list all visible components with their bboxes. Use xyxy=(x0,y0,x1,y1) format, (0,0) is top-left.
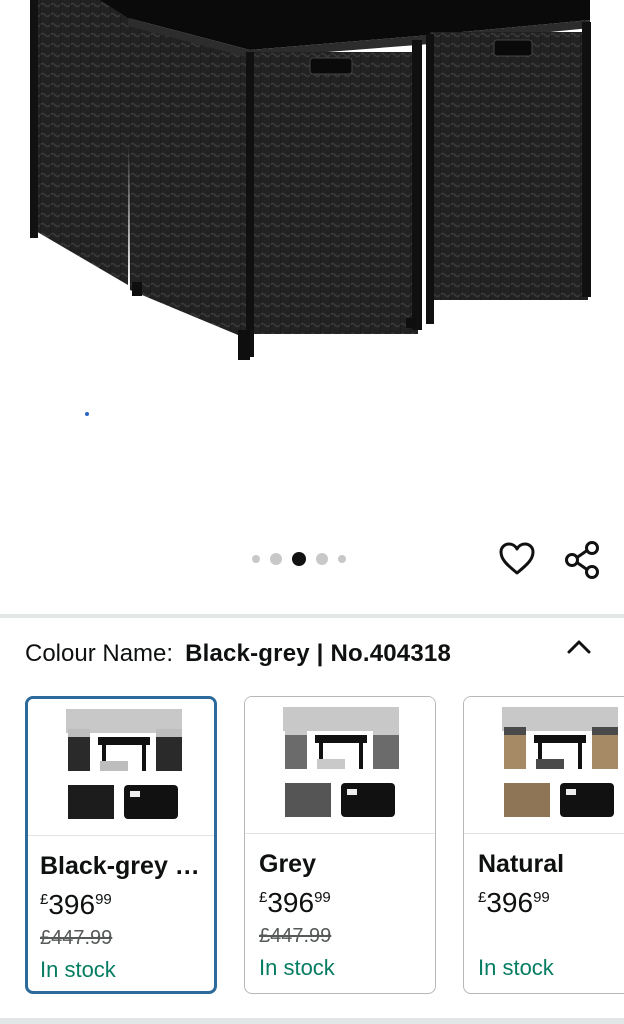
colour-name-row: Colour Name: Black-grey | No.404318 xyxy=(25,640,451,668)
swatch-was-price: £447.99 xyxy=(40,927,113,949)
carousel-dot[interactable] xyxy=(316,553,328,565)
colour-swatch-list: Black-grey … £39699 £447.99 In stock Gre… xyxy=(0,694,624,1000)
section-divider xyxy=(0,614,624,618)
share-icon xyxy=(565,541,599,579)
carousel-dot[interactable] xyxy=(270,553,282,565)
swatch-thumbnail xyxy=(245,697,435,834)
swatch-card-natural[interactable]: Natural £39699 In stock xyxy=(463,696,624,994)
swatch-thumbnail xyxy=(28,699,214,836)
swatch-stock-status: In stock xyxy=(40,957,116,982)
chevron-up-icon xyxy=(567,640,591,654)
swatch-card-grey[interactable]: Grey £39699 £447.99 In stock xyxy=(244,696,436,994)
swatch-name: Natural xyxy=(478,850,565,878)
swatch-price: £39699 xyxy=(478,887,550,918)
swatch-thumbnail xyxy=(464,697,624,834)
collapse-button[interactable] xyxy=(565,637,593,657)
swatch-card-black-grey[interactable]: Black-grey … £39699 £447.99 In stock xyxy=(25,696,217,994)
swatch-price: £39699 xyxy=(40,889,112,920)
heart-icon xyxy=(499,542,535,575)
share-button[interactable] xyxy=(560,538,604,582)
carousel-dot[interactable] xyxy=(338,555,346,563)
bottom-divider xyxy=(0,1018,624,1024)
colour-value: Black-grey | No.404318 xyxy=(185,640,451,667)
swatch-name: Grey xyxy=(259,850,316,878)
swatch-name: Black-grey … xyxy=(40,852,200,880)
swatch-was-price: £447.99 xyxy=(259,925,332,947)
swatch-stock-status: In stock xyxy=(478,955,554,980)
wishlist-button[interactable] xyxy=(496,538,538,580)
carousel-dot-active[interactable] xyxy=(292,552,306,566)
swatch-price: £39699 xyxy=(259,887,331,918)
swatch-was-price xyxy=(478,925,624,949)
swatch-stock-status: In stock xyxy=(259,955,335,980)
colour-label: Colour Name: xyxy=(25,640,174,667)
carousel-indicator xyxy=(252,552,346,566)
carousel-dot[interactable] xyxy=(252,555,260,563)
product-image[interactable] xyxy=(0,0,624,540)
